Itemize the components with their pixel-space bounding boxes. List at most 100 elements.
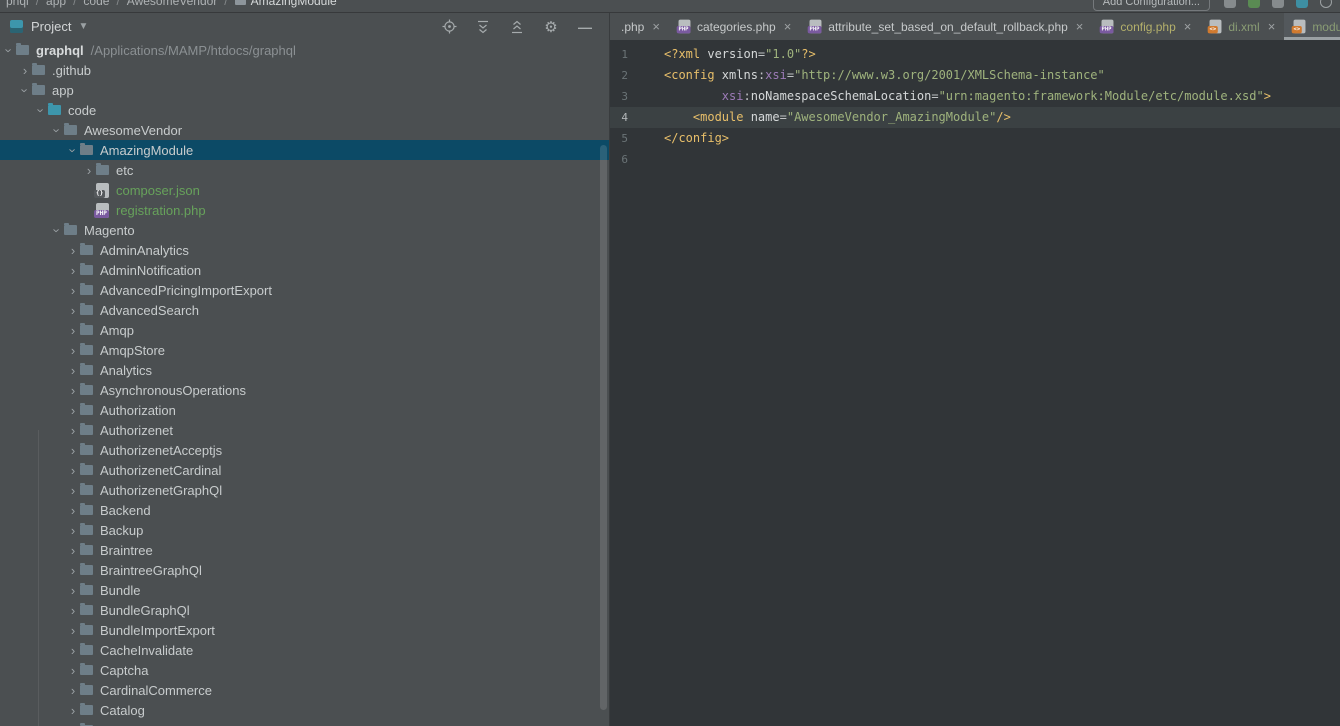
tree-row[interactable]: ›CardinalCommerce <box>0 680 609 700</box>
editor-tab[interactable]: <>module.xml <box>1284 13 1340 40</box>
breadcrumb-item[interactable]: AwesomeVendor <box>127 0 218 8</box>
tree-chevron-icon[interactable]: › <box>66 504 80 517</box>
tree-chevron-icon[interactable]: › <box>66 484 80 497</box>
tree-row[interactable]: ›code <box>0 100 609 120</box>
tree-chevron-icon[interactable]: › <box>66 524 80 537</box>
code-line[interactable]: 3 xsi:noNamespaceSchemaLocation="urn:mag… <box>610 86 1340 107</box>
tree-row[interactable]: ›Authorizenet <box>0 420 609 440</box>
tree-row[interactable]: ›AdminNotification <box>0 260 609 280</box>
tree-chevron-icon[interactable]: › <box>66 564 80 577</box>
tree-row[interactable]: ›Authorization <box>0 400 609 420</box>
code-line[interactable]: 6 <box>610 149 1340 170</box>
tree-chevron-icon[interactable]: › <box>66 604 80 617</box>
tree-row-partial[interactable]: › <box>0 720 609 726</box>
tab-close-icon[interactable]: × <box>1184 19 1192 34</box>
tree-row[interactable]: ›BundleImportExport <box>0 620 609 640</box>
tree-chevron-icon[interactable]: › <box>66 304 80 317</box>
run-icon[interactable] <box>1248 0 1260 8</box>
tree-row[interactable]: ›AuthorizenetAcceptjs <box>0 440 609 460</box>
tree-chevron-icon[interactable]: › <box>66 284 80 297</box>
debug-icon[interactable] <box>1272 0 1284 8</box>
tree-chevron-icon[interactable]: › <box>66 344 80 357</box>
tree-chevron-icon[interactable]: › <box>18 64 32 77</box>
tree-chevron-icon[interactable]: › <box>66 404 80 417</box>
tree-row[interactable]: ›graphql/Applications/MAMP/htdocs/graphq… <box>0 40 609 60</box>
tree-row[interactable]: ›AuthorizenetCardinal <box>0 460 609 480</box>
tree-row[interactable]: ›Analytics <box>0 360 609 380</box>
tree-row[interactable]: ›Amqp <box>0 320 609 340</box>
tree-row[interactable]: ›.github <box>0 60 609 80</box>
tree-row[interactable]: {}composer.json <box>0 180 609 200</box>
tree-row[interactable]: ›Catalog <box>0 700 609 720</box>
tree-chevron-icon[interactable]: › <box>67 143 80 157</box>
profiler-icon[interactable] <box>1296 0 1308 8</box>
tree-row[interactable]: ›Bundle <box>0 580 609 600</box>
tree-chevron-icon[interactable]: › <box>51 223 64 237</box>
tree-row[interactable]: ›AuthorizenetGraphQl <box>0 480 609 500</box>
tree-chevron-icon[interactable]: › <box>66 464 80 477</box>
tree-row[interactable]: ›app <box>0 80 609 100</box>
tab-close-icon[interactable]: × <box>1076 19 1084 34</box>
tree-row[interactable]: ›Backup <box>0 520 609 540</box>
tree-scrollbar-thumb[interactable] <box>600 145 607 710</box>
build-icon[interactable] <box>1224 0 1236 8</box>
code-line[interactable]: 5</config> <box>610 128 1340 149</box>
tree-row[interactable]: ›CacheInvalidate <box>0 640 609 660</box>
tree-chevron-icon[interactable]: › <box>66 424 80 437</box>
editor-content[interactable]: 1<?xml version="1.0"?>2<config xmlns:xsi… <box>610 40 1340 726</box>
tab-close-icon[interactable]: × <box>784 19 792 34</box>
breadcrumb-item[interactable]: code <box>83 0 109 8</box>
tree-row[interactable]: PHPregistration.php <box>0 200 609 220</box>
tree-chevron-icon[interactable]: › <box>35 103 48 117</box>
code-line[interactable]: 2<config xmlns:xsi="http://www.w3.org/20… <box>610 65 1340 86</box>
tree-row[interactable]: ›Magento <box>0 220 609 240</box>
tree-row[interactable]: ›BundleGraphQl <box>0 600 609 620</box>
breadcrumb-item[interactable]: AmazingModule <box>235 0 337 8</box>
tree-chevron-icon[interactable]: › <box>3 43 16 57</box>
tree-row[interactable]: ›etc <box>0 160 609 180</box>
project-panel-title[interactable]: Project <box>31 19 71 34</box>
settings-icon[interactable]: ⚙ <box>543 19 559 35</box>
tree-chevron-icon[interactable]: › <box>66 244 80 257</box>
tab-close-icon[interactable]: × <box>1268 19 1276 34</box>
tree-row[interactable]: ›AdminAnalytics <box>0 240 609 260</box>
chevron-down-icon[interactable]: ▼ <box>78 21 88 32</box>
locate-icon[interactable] <box>441 19 457 35</box>
breadcrumb-item[interactable]: phql <box>6 0 29 8</box>
hide-panel-icon[interactable]: — <box>577 19 593 35</box>
tree-row[interactable]: ›AdvancedPricingImportExport <box>0 280 609 300</box>
tree-chevron-icon[interactable]: › <box>66 584 80 597</box>
tree-row[interactable]: ›Braintree <box>0 540 609 560</box>
tree-chevron-icon[interactable]: › <box>66 384 80 397</box>
tree-chevron-icon[interactable]: › <box>66 704 80 717</box>
tree-row[interactable]: ›AsynchronousOperations <box>0 380 609 400</box>
collapse-all-icon[interactable] <box>509 19 525 35</box>
tree-row[interactable]: ›AmazingModule <box>0 140 609 160</box>
editor-tab[interactable]: .php× <box>612 13 669 40</box>
code-line[interactable]: 4 <module name="AwesomeVendor_AmazingMod… <box>610 107 1340 128</box>
search-icon[interactable] <box>1320 0 1332 8</box>
tree-chevron-icon[interactable]: › <box>66 684 80 697</box>
tree-chevron-icon[interactable]: › <box>66 624 80 637</box>
tree-row[interactable]: ›AmqpStore <box>0 340 609 360</box>
tree-chevron-icon[interactable]: › <box>19 83 32 97</box>
tree-chevron-icon[interactable]: › <box>66 444 80 457</box>
tree-row[interactable]: ›Backend <box>0 500 609 520</box>
tree-chevron-icon[interactable]: › <box>66 364 80 377</box>
expand-all-icon[interactable] <box>475 19 491 35</box>
tree-chevron-icon[interactable]: › <box>66 264 80 277</box>
tree-chevron-icon[interactable]: › <box>51 123 64 137</box>
editor-tab[interactable]: PHPconfig.php× <box>1092 13 1200 40</box>
breadcrumb-item[interactable]: app <box>46 0 66 8</box>
editor-tab[interactable]: PHPcategories.php× <box>669 13 800 40</box>
tree-chevron-icon[interactable]: › <box>82 164 96 177</box>
tree-row[interactable]: ›Captcha <box>0 660 609 680</box>
tree-row[interactable]: ›BraintreeGraphQl <box>0 560 609 580</box>
editor-tab[interactable]: <>di.xml× <box>1200 13 1284 40</box>
tree-chevron-icon[interactable]: › <box>66 664 80 677</box>
editor-tab[interactable]: PHPattribute_set_based_on_default_rollba… <box>800 13 1092 40</box>
tree-chevron-icon[interactable]: › <box>66 644 80 657</box>
tree-row[interactable]: ›AdvancedSearch <box>0 300 609 320</box>
tree-chevron-icon[interactable]: › <box>66 544 80 557</box>
tree-chevron-icon[interactable]: › <box>66 324 80 337</box>
